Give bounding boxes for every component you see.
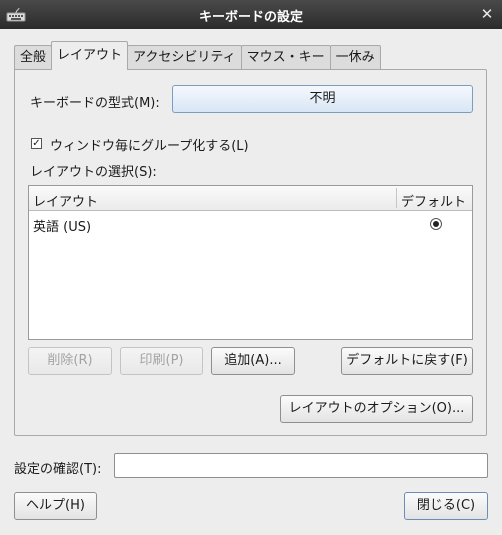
tab-accessibility[interactable]: アクセシビリティ	[127, 45, 242, 70]
reset-default-button[interactable]: デフォルトに戻す(F)	[341, 347, 473, 375]
default-radio[interactable]	[430, 218, 442, 230]
layout-name: 英語 (US)	[33, 220, 92, 235]
layout-selection-label: レイアウトの選択(S):	[30, 165, 157, 180]
keyboard-model-button[interactable]: 不明	[172, 85, 473, 113]
title-bar: キーボードの設定 ✕	[0, 0, 502, 29]
per-window-checkbox[interactable]: ✓	[31, 138, 42, 149]
radio-dot-icon	[433, 221, 439, 227]
layout-options-button[interactable]: レイアウトのオプション(O)...	[280, 395, 473, 423]
tab-bar: 全般 レイアウト アクセシビリティ マウス・キー 一休み	[14, 41, 381, 70]
remove-button[interactable]: 削除(R)	[28, 347, 112, 375]
tab-layout[interactable]: レイアウト	[51, 41, 129, 70]
test-settings-input[interactable]	[114, 453, 488, 478]
print-button[interactable]: 印刷(P)	[120, 347, 203, 375]
keyboard-model-label: キーボードの型式(M):	[30, 96, 160, 111]
close-button[interactable]: 閉じる(C)	[404, 492, 488, 520]
tab-general[interactable]: 全般	[14, 45, 53, 70]
table-row[interactable]: 英語 (US)	[29, 212, 472, 236]
column-divider	[396, 188, 397, 208]
column-header-default[interactable]: デフォルト	[401, 191, 466, 210]
test-settings-label: 設定の確認(T):	[14, 462, 102, 477]
close-icon[interactable]: ✕	[478, 5, 496, 23]
per-window-label[interactable]: ウィンドウ毎にグループ化する(L)	[50, 135, 249, 154]
layout-list[interactable]: レイアウト デフォルト 英語 (US)	[28, 185, 473, 340]
add-button[interactable]: 追加(A)...	[211, 347, 295, 375]
help-button[interactable]: ヘルプ(H)	[14, 492, 97, 520]
tab-mouse-keys[interactable]: マウス・キー	[240, 45, 331, 70]
window-title: キーボードの設定	[198, 10, 303, 25]
column-header-layout[interactable]: レイアウト	[33, 191, 98, 210]
tab-typing-break[interactable]: 一休み	[329, 45, 381, 70]
layout-list-header: レイアウト デフォルト	[29, 186, 472, 211]
